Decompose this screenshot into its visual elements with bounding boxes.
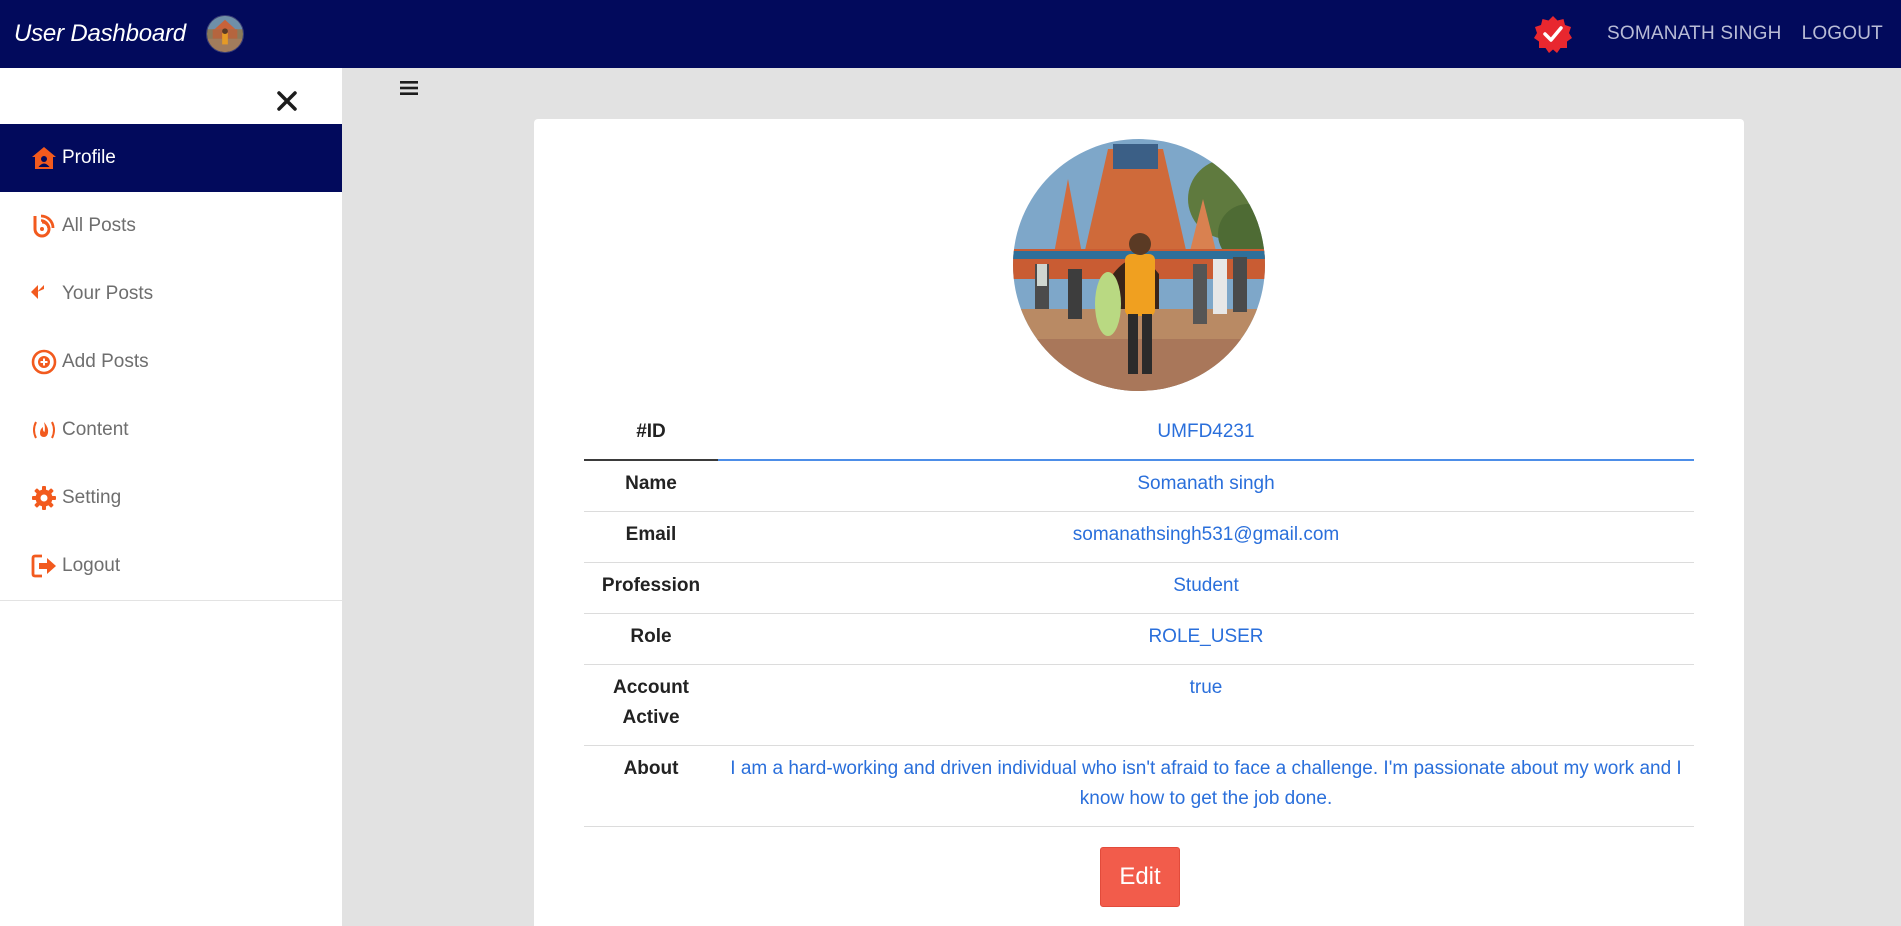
profile-info-table: #ID UMFD4231 Name Somanath singh Email s… [584, 409, 1694, 827]
table-row-profession: Profession Student [584, 562, 1694, 614]
row-label: About [584, 745, 718, 827]
row-label: #ID [584, 409, 718, 461]
sidebar: Profile All Posts Your Posts Add Posts C… [0, 68, 342, 926]
sidebar-item-add-posts[interactable]: Add Posts [0, 328, 342, 396]
username-link[interactable]: SOMANATH SINGH [1607, 23, 1782, 45]
row-value: Student [718, 562, 1694, 614]
close-icon[interactable] [274, 88, 300, 114]
row-label: Role [584, 613, 718, 665]
reply-all-icon [31, 285, 44, 299]
fire-icon [33, 421, 55, 439]
row-value: somanathsingh531@gmail.com [718, 511, 1694, 563]
hamburger-icon[interactable] [398, 78, 420, 98]
logout-link[interactable]: LOGOUT [1802, 23, 1883, 45]
sidebar-item-profile[interactable]: Profile [0, 124, 342, 192]
row-value: UMFD4231 [718, 409, 1694, 461]
user-avatar[interactable] [205, 15, 244, 53]
sidebar-item-label: Logout [62, 555, 121, 576]
table-row-name: Name Somanath singh [584, 460, 1694, 512]
nav-right: SOMANATH SINGH LOGOUT [1533, 14, 1883, 54]
app-title: User Dashboard [14, 20, 186, 47]
row-value: I am a hard-working and driven individua… [718, 745, 1694, 827]
sidebar-item-label: Add Posts [62, 351, 149, 372]
row-label: Email [584, 511, 718, 563]
table-row-about: About I am a hard-working and driven ind… [584, 745, 1694, 827]
add-circle-icon [31, 349, 57, 375]
table-row-role: Role ROLE_USER [584, 613, 1694, 665]
sidebar-item-label: Your Posts [62, 283, 154, 304]
row-value: true [718, 664, 1694, 746]
row-label: Profession [584, 562, 718, 614]
row-value: ROLE_USER [718, 613, 1694, 665]
sign-out-icon [31, 554, 56, 578]
sidebar-item-all-posts[interactable]: All Posts [0, 192, 342, 260]
top-navbar: User Dashboard SOMANATH SINGH LOGOUT [0, 0, 1901, 68]
profile-card: #ID UMFD4231 Name Somanath singh Email s… [534, 119, 1744, 926]
blog-icon [33, 214, 55, 238]
sidebar-item-content[interactable]: Content [0, 396, 342, 464]
row-label: Account Active [584, 664, 718, 746]
sidebar-item-label: All Posts [62, 215, 136, 236]
sidebar-item-setting[interactable]: Setting [0, 464, 342, 532]
brand: User Dashboard [14, 15, 244, 53]
sidebar-item-label: Setting [62, 487, 122, 508]
row-value: Somanath singh [718, 460, 1694, 512]
profile-photo [1013, 139, 1265, 391]
table-row-account-active: Account Active true [584, 664, 1694, 746]
home-user-icon [32, 147, 56, 169]
sidebar-item-label: Profile [62, 147, 116, 168]
verified-badge-icon [1534, 16, 1573, 53]
sidebar-menu: Profile All Posts Your Posts Add Posts C… [0, 124, 342, 601]
sidebar-item-label: Content [62, 419, 129, 440]
sidebar-item-your-posts[interactable]: Your Posts [0, 260, 342, 328]
gear-icon [32, 486, 56, 510]
edit-button[interactable]: Edit [1100, 847, 1180, 907]
row-label: Name [584, 460, 718, 512]
table-row-id: #ID UMFD4231 [584, 409, 1694, 461]
sidebar-item-logout[interactable]: Logout [0, 532, 342, 600]
table-row-email: Email somanathsingh531@gmail.com [584, 511, 1694, 563]
